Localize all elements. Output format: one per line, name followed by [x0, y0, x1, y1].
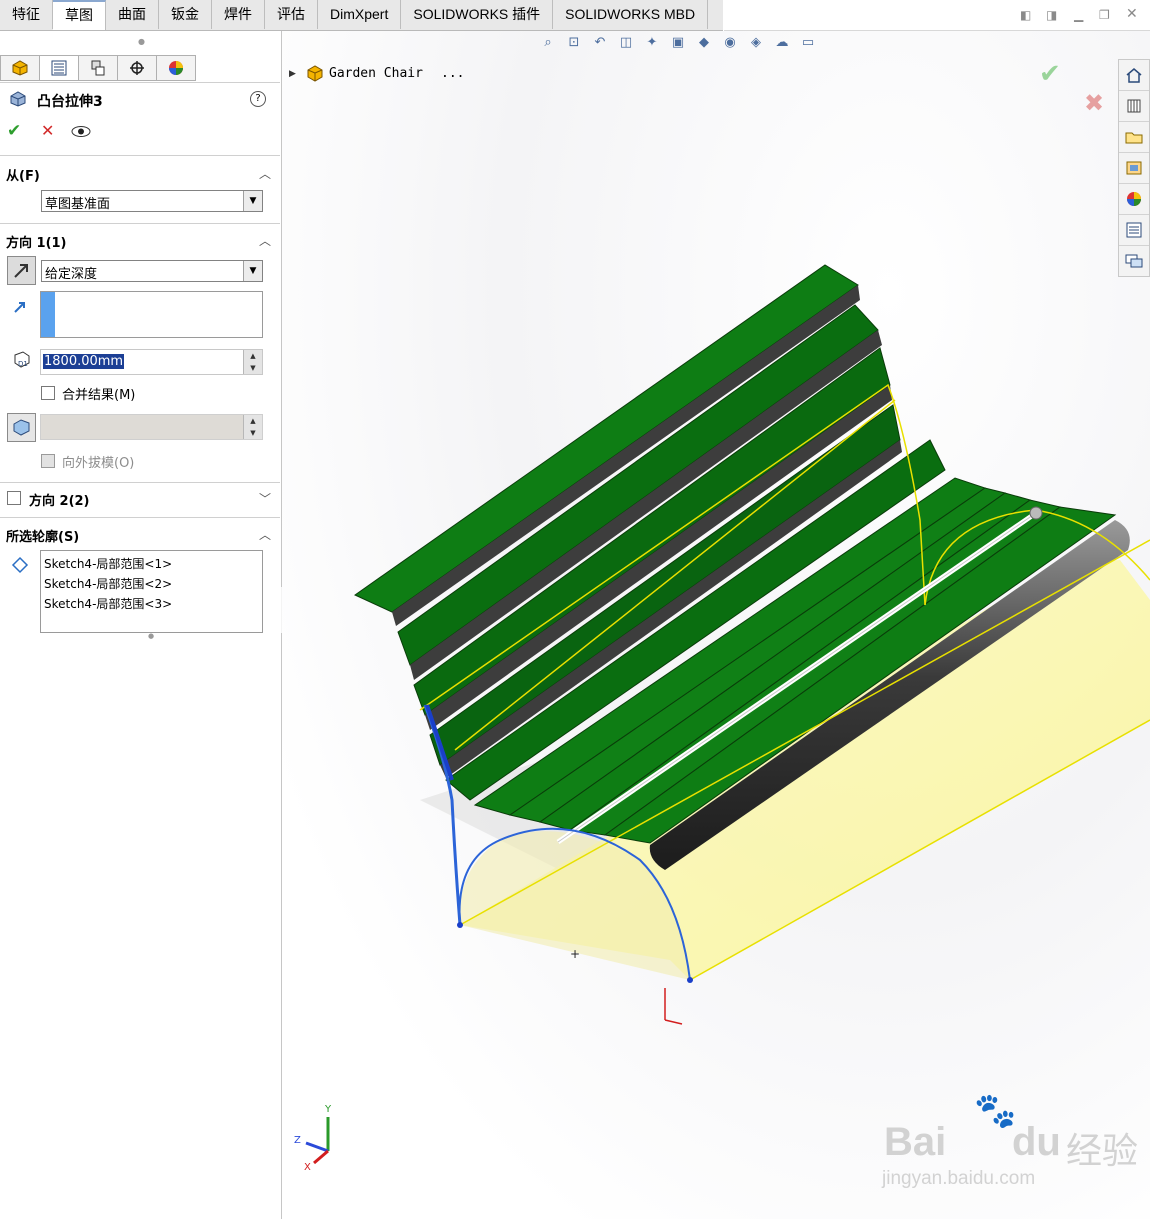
merge-result-checkbox[interactable] [41, 386, 55, 400]
feature-title: 凸台拉伸3 [37, 94, 103, 110]
depth-dimension-icon: D1 [14, 351, 30, 368]
end-condition-value: 给定深度 [45, 267, 98, 282]
expand-down-icon[interactable]: ﹀ [259, 490, 271, 507]
appearance-icon [169, 61, 183, 75]
help-button[interactable]: ? [250, 91, 266, 107]
collapse-up-icon[interactable]: ︿ [259, 232, 271, 249]
list-item[interactable]: Sketch4-局部范围<3> [44, 595, 172, 612]
garden-chair-model[interactable]: + [282, 31, 1150, 1219]
from-select-value: 草图基准面 [45, 197, 111, 212]
divider [0, 155, 280, 156]
depth-value: 1800.00mm [43, 354, 125, 369]
svg-text:D1: D1 [18, 360, 28, 368]
tab-solidworks-addins[interactable]: SOLIDWORKS 插件 [401, 0, 554, 29]
splitter-handle[interactable]: ● [138, 37, 145, 46]
axis-handle[interactable] [1029, 506, 1043, 520]
end-condition-select[interactable]: 给定深度 ▼ [41, 260, 263, 282]
restore-icon[interactable]: ❐ [1099, 8, 1110, 22]
manager-tabs [0, 55, 196, 81]
property-manager: ● 凸台拉伸3 ? ✔ ✕ 从(F) ︿ 草图基准面 ▼ 方向 1(1) ︿ 给… [0, 31, 292, 1219]
tab-sheet-metal[interactable]: 钣金 [159, 0, 212, 29]
tab-dimxpert[interactable]: DimXpert [318, 0, 402, 29]
preview-eye-icon[interactable] [71, 125, 91, 138]
divider [0, 223, 280, 224]
minimize-icon[interactable]: ▁ [1074, 8, 1083, 22]
draft-toggle-button[interactable] [7, 413, 36, 442]
selected-contours-list[interactable]: Sketch4-局部范围<1> Sketch4-局部范围<2> Sketch4-… [40, 550, 263, 633]
tab-evaluate[interactable]: 评估 [265, 0, 318, 29]
resize-handle[interactable]: ● [148, 632, 154, 640]
draft-spin-buttons: ▲ ▼ [243, 415, 262, 439]
paw-icon: 🐾 [974, 1092, 1017, 1130]
from-start-condition-select[interactable]: 草图基准面 ▼ [41, 190, 263, 212]
collapse-up-icon[interactable]: ︿ [259, 165, 271, 182]
command-manager-tabs: 特征 草图 曲面 钣金 焊件 评估 DimXpert SOLIDWORKS 插件… [0, 0, 723, 31]
graphics-area[interactable]: ⌕ ⊡ ↶ ◫ ✦ ▣ ◆ ◉ ◈ ☁ ▭ ▶ Garden Chair ...… [282, 31, 1150, 1219]
cancel-button[interactable]: ✕ [41, 121, 54, 140]
dimxpert-tab[interactable] [117, 55, 157, 81]
crosshair-icon [130, 61, 144, 75]
triad-x-label: X [304, 1162, 311, 1173]
list-item[interactable]: Sketch4-局部范围<2> [44, 575, 172, 592]
merge-result-label: 合并结果(M) [62, 388, 136, 403]
configuration-tab[interactable] [78, 55, 118, 81]
close-icon[interactable]: ✕ [1126, 6, 1138, 22]
tab-features[interactable]: 特征 [0, 0, 53, 29]
property-list-icon [51, 60, 67, 76]
panel-left-icon[interactable]: ◧ [1020, 8, 1031, 22]
direction-arrow-icon [14, 302, 25, 313]
draft-outward-checkbox [41, 454, 55, 468]
tab-bar-empty [724, 0, 1150, 31]
dropdown-arrow-icon[interactable]: ▼ [243, 191, 262, 211]
tab-surfaces[interactable]: 曲面 [106, 0, 159, 29]
draft-angle-input: ▲ ▼ [40, 414, 263, 440]
collapse-up-icon[interactable]: ︿ [259, 526, 271, 543]
feature-manager-icon [12, 60, 28, 76]
triad-z-label: Z [294, 1135, 301, 1146]
draft-outward-label: 向外拔模(O) [62, 456, 135, 471]
contour-selection-icon [11, 556, 29, 574]
reverse-direction-button[interactable] [7, 256, 36, 285]
property-manager-tab[interactable] [39, 55, 79, 81]
display-manager-tab[interactable] [156, 55, 196, 81]
watermark-brand: Bai [884, 1120, 947, 1164]
reverse-direction-icon [14, 264, 28, 278]
tab-sketch[interactable]: 草图 [53, 0, 106, 30]
depth-spin-buttons[interactable]: ▲ ▼ [243, 350, 262, 374]
divider [0, 482, 280, 483]
boss-extrude-icon [10, 91, 26, 107]
tab-weldments[interactable]: 焊件 [212, 0, 265, 29]
watermark-cn: 经验 [1066, 1130, 1139, 1171]
direction1-section-header[interactable]: 方向 1(1) [6, 232, 67, 251]
watermark-brand-2: du [1012, 1120, 1061, 1164]
panel-right-icon[interactable]: ◨ [1046, 8, 1057, 22]
direction-vector-selection-box[interactable] [40, 291, 263, 338]
selection-focus-bar [41, 292, 55, 337]
feature-tree-tab[interactable] [0, 55, 40, 81]
triad-y-label: Y [325, 1104, 332, 1115]
watermark-url: jingyan.baidu.com [882, 1168, 1036, 1189]
contours-section-header[interactable]: 所选轮廓(S) [6, 526, 79, 545]
from-section-header[interactable]: 从(F) [6, 165, 40, 184]
divider [0, 82, 280, 83]
ok-button[interactable]: ✔ [7, 121, 21, 141]
draft-icon [13, 419, 30, 436]
direction2-section-header[interactable]: 方向 2(2) [29, 490, 90, 509]
divider [0, 517, 280, 518]
list-item[interactable]: Sketch4-局部范围<1> [44, 555, 172, 572]
tab-solidworks-mbd[interactable]: SOLIDWORKS MBD [553, 0, 709, 29]
configuration-icon [91, 60, 105, 76]
direction2-checkbox[interactable] [7, 491, 21, 505]
dropdown-arrow-icon[interactable]: ▼ [243, 261, 262, 281]
depth-input[interactable]: 1800.00mm ▲ ▼ [40, 349, 263, 375]
svg-text:+: + [570, 947, 580, 961]
